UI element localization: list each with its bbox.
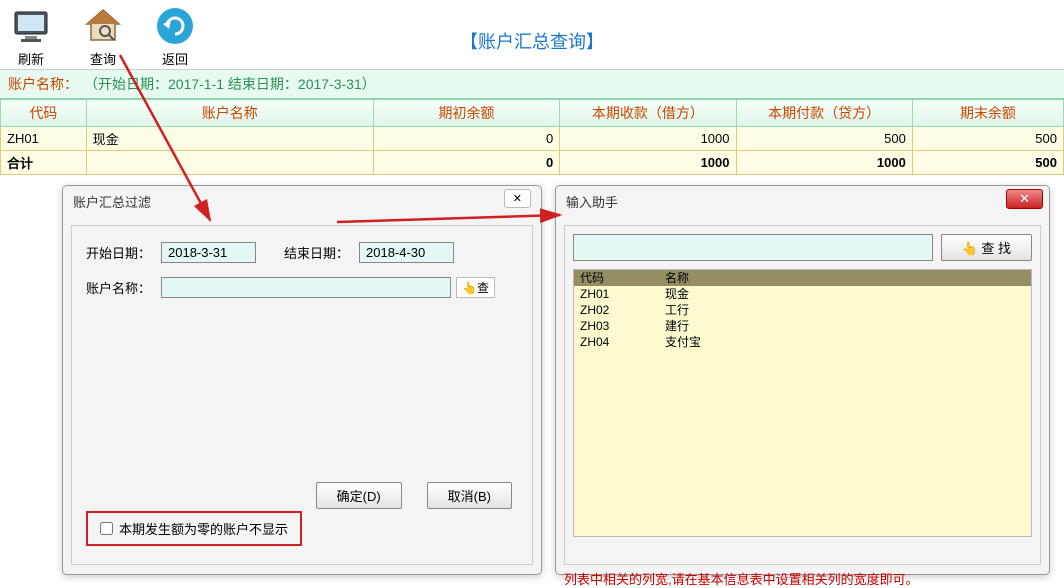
table-header[interactable]: 本期付款（贷方） [736, 100, 912, 127]
filter-bar: 账户名称： （开始日期：2017-1-1 结束日期：2017-3-31） [0, 70, 1064, 99]
page-title: 【账户汇总查询】 [460, 28, 604, 54]
end-date-label: 结束日期： [284, 243, 359, 262]
back-icon [154, 5, 196, 47]
table-total-row: 合计010001000500 [1, 151, 1064, 175]
cancel-button[interactable]: 取消(B) [427, 482, 512, 509]
account-name-input[interactable] [161, 277, 451, 298]
footer-note: 列表中相关的列宽,请在基本信息表中设置相关列的宽度即可。 [564, 569, 919, 588]
filter-dialog-title: 账户汇总过滤 [63, 186, 541, 217]
back-label: 返回 [162, 49, 188, 68]
home-search-icon [82, 5, 124, 47]
helper-search-input[interactable] [573, 234, 933, 261]
helper-list-item[interactable]: ZH02工行 [574, 302, 1031, 318]
filter-dialog: 账户汇总过滤 ✕ 开始日期： 结束日期： 账户名称： 👆查 确定(D) 取消(B… [62, 185, 542, 575]
helper-dialog-close[interactable]: ✕ [1006, 189, 1043, 209]
filter-bar-label: 账户名称： [8, 74, 78, 94]
account-lookup-button[interactable]: 👆查 [456, 277, 495, 298]
account-name-label: 账户名称： [86, 278, 161, 297]
query-label: 查询 [90, 49, 116, 68]
table-header[interactable]: 代码 [1, 100, 87, 127]
refresh-label: 刷新 [18, 49, 44, 68]
helper-list-item[interactable]: ZH01现金 [574, 286, 1031, 302]
helper-list[interactable]: 代码名称 ZH01现金ZH02工行ZH03建行ZH04支付宝 [573, 269, 1032, 537]
start-date-input[interactable] [161, 242, 256, 263]
table-row[interactable]: ZH01现金01000500500 [1, 127, 1064, 151]
table-header[interactable]: 本期收款（借方） [560, 100, 736, 127]
helper-search-button[interactable]: 👆 查 找 [941, 234, 1032, 261]
helper-dialog-title: 输入助手 [556, 186, 1049, 217]
hide-zero-checkbox[interactable] [100, 522, 113, 535]
ok-button[interactable]: 确定(D) [316, 482, 402, 509]
filter-bar-value: （开始日期：2017-1-1 结束日期：2017-3-31） [84, 74, 376, 94]
filter-dialog-close[interactable]: ✕ [504, 189, 531, 208]
hide-zero-label: 本期发生额为零的账户不显示 [119, 519, 288, 538]
table-header[interactable]: 期初余额 [373, 100, 559, 127]
helper-list-item[interactable]: ZH03建行 [574, 318, 1031, 334]
helper-list-item[interactable]: ZH04支付宝 [574, 334, 1031, 350]
back-button[interactable]: 返回 [154, 5, 196, 68]
start-date-label: 开始日期： [86, 243, 161, 262]
table-header[interactable]: 账户名称 [86, 100, 373, 127]
monitor-icon [10, 5, 52, 47]
query-button[interactable]: 查询 [82, 5, 124, 68]
summary-table: 代码账户名称期初余额本期收款（借方）本期付款（贷方）期末余额 ZH01现金010… [0, 99, 1064, 175]
hide-zero-checkbox-row: 本期发生额为零的账户不显示 [86, 511, 302, 546]
helper-dialog: 输入助手 ✕ 👆 查 找 代码名称 ZH01现金ZH02工行ZH03建行ZH04… [555, 185, 1050, 575]
refresh-button[interactable]: 刷新 [10, 5, 52, 68]
end-date-input[interactable] [359, 242, 454, 263]
table-header[interactable]: 期末余额 [912, 100, 1063, 127]
